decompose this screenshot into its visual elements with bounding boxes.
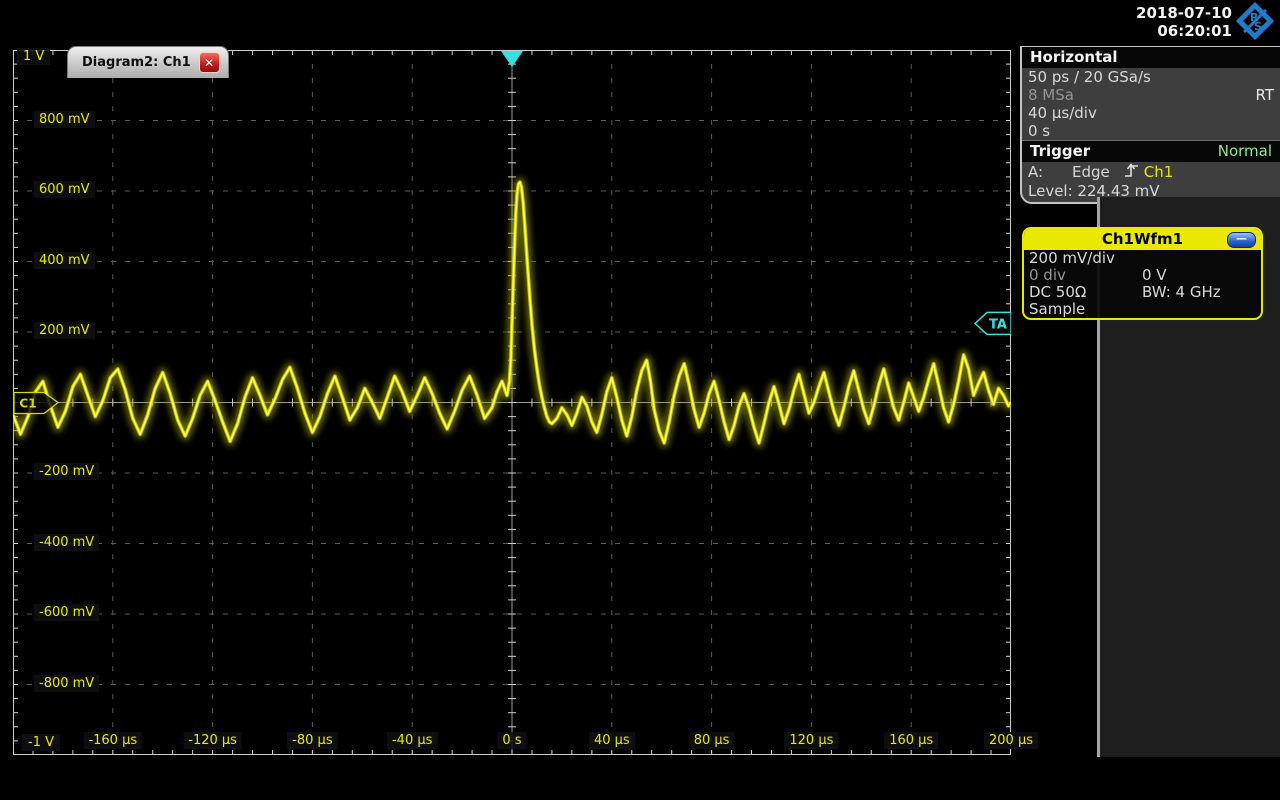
wfm-decimation-row: Sample — [1024, 301, 1261, 318]
diagram-tab[interactable]: Diagram2: Ch1 ✕ — [67, 46, 229, 78]
horizontal-record-length[interactable]: 8 MSa RT — [1022, 86, 1280, 104]
waveform-canvas: TA C1 — [13, 50, 1011, 755]
trigger-level-marker[interactable]: TA — [975, 312, 1011, 334]
x-axis-tick-label: -40 µs — [387, 732, 437, 749]
wfm-offset: 0 V — [1142, 267, 1167, 284]
wfm-bandwidth: BW: 4 GHz — [1142, 284, 1221, 301]
y-axis-top-label: 1 V — [17, 48, 50, 65]
x-axis-tick-label: 200 µs — [984, 732, 1038, 749]
results-panel: Horizontal 50 ps / 20 GSa/s 8 MSa RT 40 … — [1020, 46, 1280, 204]
diagram-tab-label: Diagram2: Ch1 — [82, 55, 191, 70]
y-axis-tick-label: 200 mV — [34, 322, 95, 339]
wfm-position-row: 0 div 0 V — [1024, 267, 1261, 284]
diagram2-plot-area: TA C1 800 mV 600 mV 400 mV 200 mV -200 mV -400… — [13, 50, 1011, 755]
horizontal-section-header[interactable]: Horizontal — [1022, 47, 1280, 68]
y-axis-tick-label: -400 mV — [34, 534, 99, 551]
trigger-source-channel: Ch1 — [1144, 163, 1174, 181]
minimize-icon[interactable]: — — [1227, 232, 1256, 248]
y-axis-tick-label: -200 mV — [34, 463, 99, 480]
x-axis-tick-label: 120 µs — [784, 732, 838, 749]
trigger-mode-badge: Normal — [1218, 141, 1272, 162]
x-axis-tick-label: -120 µs — [183, 732, 242, 749]
svg-text:S: S — [1254, 20, 1262, 33]
wfm-coupling-row: DC 50Ω BW: 4 GHz — [1024, 284, 1261, 301]
x-axis-tick-label: 80 µs — [689, 732, 735, 749]
status-date: 2018-07-10 — [1136, 4, 1232, 22]
status-clock: 2018-07-10 06:20:01 — [1136, 4, 1232, 40]
y-axis-tick-label: -800 mV — [34, 675, 99, 692]
y-axis-bottom-label: -1 V — [22, 734, 60, 751]
x-axis-tick-label: 0 s — [497, 732, 526, 749]
horizontal-timebase[interactable]: 40 µs/div — [1022, 104, 1280, 122]
y-axis-tick-label: 600 mV — [34, 181, 95, 198]
tab-close-icon[interactable]: ✕ — [199, 52, 220, 73]
svg-text:TA: TA — [989, 317, 1007, 332]
ch1wfm1-header[interactable]: Ch1Wfm1 — — [1024, 229, 1261, 250]
status-time: 06:20:01 — [1136, 22, 1232, 40]
y-axis-tick-label: 400 mV — [34, 252, 95, 269]
horizontal-position[interactable]: 0 s — [1022, 122, 1280, 140]
x-axis-tick-label: 40 µs — [589, 732, 635, 749]
y-axis-tick-label: -600 mV — [34, 604, 99, 621]
rs-logo-icon: R S — [1236, 2, 1274, 44]
horizontal-resolution[interactable]: 50 ps / 20 GSa/s — [1022, 68, 1280, 86]
acquisition-mode-badge: RT — [1256, 86, 1275, 104]
x-axis-tick-label: -160 µs — [83, 732, 142, 749]
trigger-source-row[interactable]: A: Edge Ch1 — [1022, 162, 1280, 182]
wfm-scale-row: 200 mV/div — [1024, 250, 1261, 267]
x-axis-tick-label: -80 µs — [287, 732, 337, 749]
y-axis-tick-label: 800 mV — [34, 111, 95, 128]
trigger-position-marker[interactable] — [501, 51, 523, 67]
ch1wfm1-panel[interactable]: Ch1Wfm1 — 200 mV/div 0 div 0 V DC 50Ω BW… — [1022, 227, 1263, 320]
x-axis-tick-label: 160 µs — [884, 732, 938, 749]
rising-edge-icon — [1124, 162, 1139, 182]
svg-text:C1: C1 — [19, 397, 36, 411]
trigger-section-header[interactable]: Trigger Normal — [1022, 140, 1280, 162]
